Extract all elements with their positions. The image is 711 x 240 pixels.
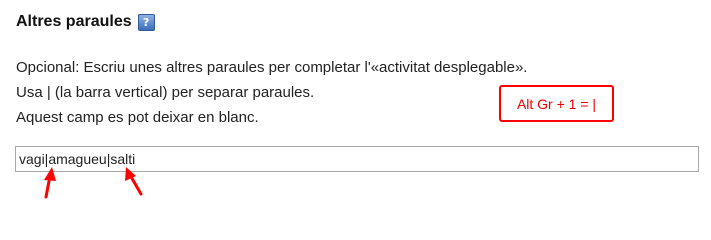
altgr-annotation-text: Alt Gr + 1 = |	[516, 95, 597, 112]
help-line-blank: Aquest camp es pot deixar en blanc.	[16, 109, 259, 126]
other-words-input[interactable]	[15, 146, 699, 172]
help-icon[interactable]: ?	[137, 13, 155, 31]
section-title-text: Altres paraules	[16, 13, 132, 30]
section-title: Altres paraules ?	[16, 13, 155, 31]
altgr-annotation-box: Alt Gr + 1 = |	[499, 85, 614, 122]
help-text: Opcional: Escriu unes altres paraules pe…	[16, 55, 527, 130]
help-line-optional: Opcional: Escriu unes altres paraules pe…	[16, 59, 528, 76]
help-line-separator: Usa | (la barra vertical) per separar pa…	[16, 84, 315, 101]
